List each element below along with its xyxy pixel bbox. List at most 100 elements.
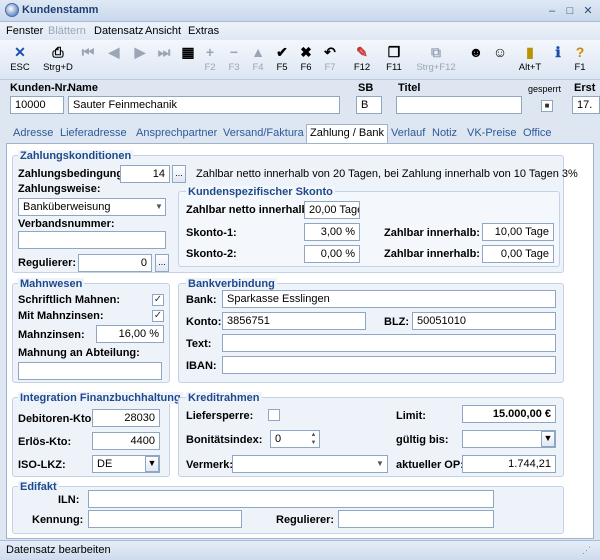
skonto2-field[interactable]: 0,00 %: [304, 245, 360, 263]
mahnwesen-title: Mahnwesen: [18, 278, 85, 290]
blz-field[interactable]: 50051010: [412, 312, 556, 330]
toolbar: ✕ ESC ⎙ Strg+D ⏮ ◀ ▶ ⏭ ▦ + F2 − F3 ▲ F4 ✔ F5 ✖…: [0, 40, 600, 80]
netto-field[interactable]: 20,00 Tage: [304, 201, 360, 219]
copy-icon: ❐: [387, 44, 401, 60]
erloes-field[interactable]: 4400: [92, 432, 160, 450]
chevron-down-icon[interactable]: ▼: [145, 456, 159, 472]
zahlungsbedingung-text: Zahlbar netto innerhalb von 20 Tagen, be…: [196, 168, 578, 180]
debitoren-field[interactable]: 28030: [92, 409, 160, 427]
sb-field[interactable]: B: [356, 96, 382, 114]
kennung-field[interactable]: [88, 510, 242, 528]
erloes-label: Erlös-Kto:: [18, 436, 72, 448]
name-label: Name: [68, 82, 98, 94]
abteilung-label: Mahnung an Abteilung:: [18, 347, 140, 359]
minimize-icon[interactable]: –: [544, 4, 560, 18]
fibu-title: Integration Finanzbuchhaltung: [18, 392, 183, 404]
close-icon[interactable]: ✕: [580, 4, 596, 18]
regulierer-label: Regulierer:: [18, 257, 77, 269]
chevron-down-icon[interactable]: ▼: [373, 456, 387, 472]
limit-field[interactable]: 15.000,00 €: [462, 405, 556, 423]
menu-extras[interactable]: Extras: [188, 25, 219, 37]
zahlbar1-field[interactable]: 10,00 Tage: [482, 223, 554, 241]
mahnzinsen-check-label: Mit Mahnzinsen:: [18, 310, 104, 322]
mahnzinsen-checkbox[interactable]: ✓: [152, 310, 164, 322]
schriftlich-checkbox[interactable]: ✓: [152, 294, 164, 306]
title-bar: Kundenstamm – □ ✕: [0, 0, 600, 22]
titel-label: Titel: [398, 82, 421, 94]
iln-label: ILN:: [58, 494, 80, 506]
calendar-dropdown-icon[interactable]: ▼: [541, 431, 555, 447]
bankverbindung-title: Bankverbindung: [186, 278, 277, 290]
gueltig-label: gültig bis:: [396, 434, 449, 446]
edifakt-regulierer-label: Regulierer:: [276, 514, 335, 526]
erst-field[interactable]: 17.: [572, 96, 600, 114]
iln-field[interactable]: [88, 490, 494, 508]
zahlungsbedingung-field[interactable]: 14: [120, 165, 170, 183]
menu-blaettern[interactable]: Blättern: [48, 25, 86, 37]
zahlungsbedingung-label: Zahlungsbedingung:: [18, 168, 127, 180]
tab-adresse[interactable]: Adresse: [10, 125, 56, 143]
tab-vk-preise[interactable]: VK-Preise: [464, 125, 520, 143]
regulierer-field[interactable]: 0: [78, 254, 152, 272]
kundennr-field[interactable]: 10000: [10, 96, 64, 114]
menu-fenster[interactable]: Fenster: [6, 25, 43, 37]
iso-label: ISO-LKZ:: [18, 459, 66, 471]
limit-label: Limit:: [396, 410, 426, 422]
bonitaet-label: Bonitätsindex:: [186, 434, 263, 446]
spinner-icon[interactable]: ▲ ▼: [308, 431, 319, 447]
bank-field[interactable]: Sparkasse Esslingen: [222, 290, 556, 308]
tab-office[interactable]: Office: [520, 125, 555, 143]
vermerk-select[interactable]: [232, 455, 388, 473]
tab-zahlung-bank[interactable]: Zahlung / Bank: [306, 124, 388, 144]
tab-notiz[interactable]: Notiz: [429, 125, 460, 143]
status-text: Datensatz bearbeiten: [6, 544, 111, 556]
konto-field[interactable]: 3856751: [222, 312, 366, 330]
esc-button[interactable]: ✕ ESC: [0, 42, 40, 78]
name-field[interactable]: Sauter Feinmechanik: [68, 96, 340, 114]
tab-ansprechpartner[interactable]: Ansprechpartner: [133, 125, 220, 143]
zahlungsweise-label: Zahlungsweise:: [18, 183, 101, 195]
erst-label: Erst: [574, 82, 596, 94]
help-button[interactable]: ? F1: [560, 42, 600, 78]
edifakt-regulierer-field[interactable]: [338, 510, 494, 528]
resize-grip-icon[interactable]: ⋰: [582, 545, 591, 556]
menu-ansicht[interactable]: Ansicht: [145, 25, 181, 37]
iban-label: IBAN:: [186, 360, 217, 372]
verbandsnummer-field[interactable]: [18, 231, 166, 249]
zahlungsbedingung-lookup-button[interactable]: ...: [172, 165, 186, 183]
mahnzinsen-field[interactable]: 16,00 %: [96, 325, 164, 343]
tab-versand-faktura[interactable]: Versand/Faktura: [220, 125, 307, 143]
debitoren-label: Debitoren-Kto:: [18, 413, 95, 425]
menu-bar: Fenster Blättern Datensatz Ansicht Extra…: [0, 22, 600, 40]
hierarchy-button[interactable]: ⧉ Strg+F12: [416, 42, 456, 78]
skonto1-field[interactable]: 3,00 %: [304, 223, 360, 241]
chevron-down-icon[interactable]: ▼: [152, 199, 166, 215]
abteilung-field[interactable]: [18, 362, 162, 380]
tab-verlauf[interactable]: Verlauf: [388, 125, 428, 143]
zahlungsweise-select[interactable]: Banküberweisung: [18, 198, 166, 216]
zahlungskonditionen-title: Zahlungskonditionen: [18, 150, 134, 162]
titel-field[interactable]: [396, 96, 522, 114]
liefersperre-checkbox[interactable]: [268, 409, 280, 421]
zahlbar2-field[interactable]: 0,00 Tage: [482, 245, 554, 263]
menu-datensatz[interactable]: Datensatz: [94, 25, 144, 37]
text-field[interactable]: [222, 334, 556, 352]
blz-label: BLZ:: [384, 316, 410, 328]
sb-label: SB: [358, 82, 374, 94]
op-field[interactable]: 1.744,21: [462, 455, 556, 473]
kundennr-label: Kunden-Nr.: [10, 82, 70, 94]
maximize-icon[interactable]: □: [562, 4, 578, 18]
tab-lieferadresse[interactable]: Lieferadresse: [57, 125, 130, 143]
zahlbar1-label: Zahlbar innerhalb:: [384, 227, 480, 239]
regulierer-lookup-button[interactable]: ...: [155, 254, 169, 272]
status-bar: Datensatz bearbeiten ⋰: [0, 540, 600, 560]
iban-field[interactable]: [222, 356, 556, 374]
gesperrt-checkbox[interactable]: ■: [541, 100, 553, 112]
copy-button[interactable]: ❐ F11: [374, 42, 414, 78]
skonto1-label: Skonto-1:: [186, 227, 237, 239]
window-title: Kundenstamm: [22, 4, 99, 16]
bank-label: Bank:: [186, 294, 217, 306]
gesperrt-label: gesperrt: [528, 84, 562, 94]
kennung-label: Kennung:: [32, 514, 84, 526]
app-icon: [5, 3, 19, 17]
